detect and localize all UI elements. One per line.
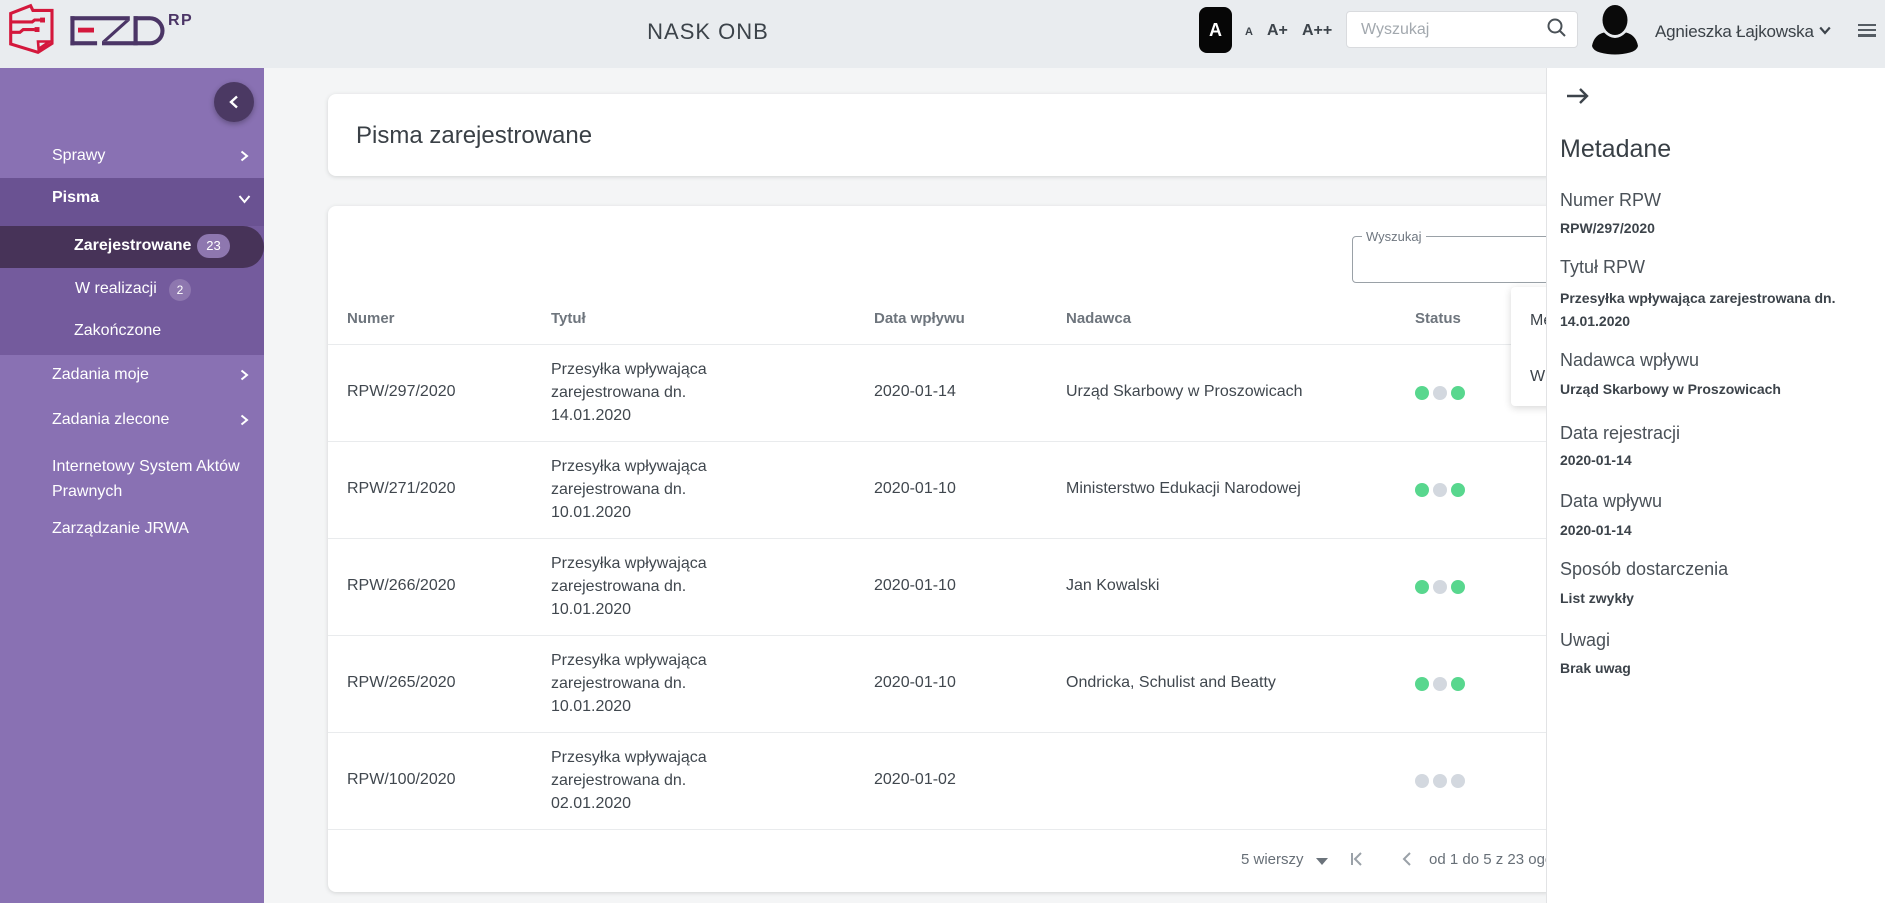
- svg-text:RP: RP: [168, 12, 193, 29]
